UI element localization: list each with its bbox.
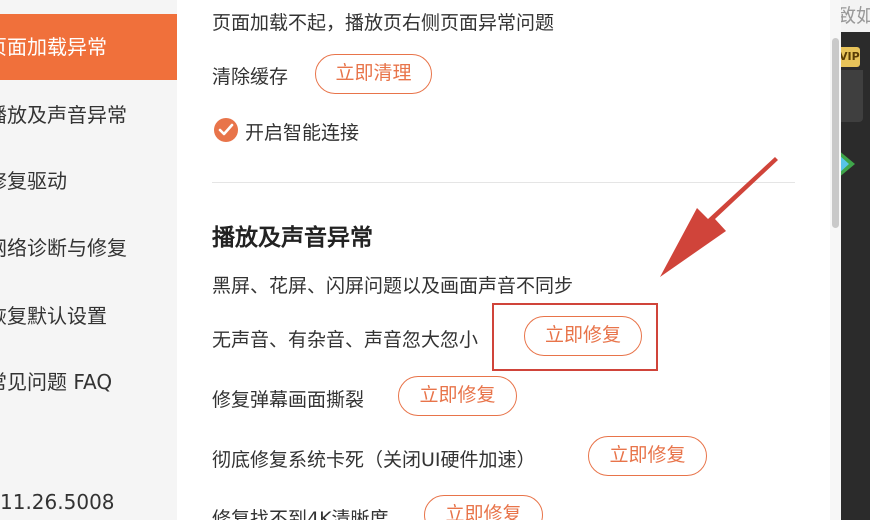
sidebar-item-label: 播放及声音异常 xyxy=(0,103,127,127)
clear-cache-button[interactable]: 立即清理 xyxy=(315,54,432,94)
main-content: 页面加载不起，播放页右侧页面异常问题 清除缓存 立即清理 开启智能连接 播放及声… xyxy=(177,0,830,520)
version-label: 11.26.5008 xyxy=(0,490,115,514)
section-title-playback: 播放及声音异常 xyxy=(212,225,373,251)
scrollbar-thumb[interactable] xyxy=(832,38,839,228)
sidebar-item-network[interactable]: 网络诊断与修复 xyxy=(0,215,177,281)
background-window-header: 致如 xyxy=(841,0,870,32)
background-window: 致如 VIP xyxy=(841,0,870,520)
clear-cache-label: 清除缓存 xyxy=(212,66,289,88)
sidebar-item-label: 修复驱动 xyxy=(0,169,67,193)
background-window-text: 致如 xyxy=(841,5,870,27)
sidebar-item-label: 恢复默认设置 xyxy=(0,304,107,328)
checkbox-checked-icon[interactable] xyxy=(214,118,238,142)
repair-4k-button[interactable]: 立即修复 xyxy=(424,495,543,520)
sidebar-item-page-load[interactable]: 页面加载异常 xyxy=(0,14,177,80)
sidebar-item-faq[interactable]: 常见问题 FAQ xyxy=(0,349,177,415)
repair-item-label: 修复弹幕画面撕裂 xyxy=(212,389,365,411)
repair-item-label: 无声音、有杂音、声音忽大忽小 xyxy=(212,329,479,351)
scrollbar[interactable] xyxy=(830,0,841,520)
repair-item-label: 彻底修复系统卡死（关闭UI硬件加速） xyxy=(212,449,536,471)
sidebar-item-label: 页面加载异常 xyxy=(0,35,107,59)
annotation-highlight-box xyxy=(492,303,658,371)
page-load-description: 页面加载不起，播放页右侧页面异常问题 xyxy=(212,12,555,34)
sidebar-item-label: 网络诊断与修复 xyxy=(0,236,127,260)
smart-connect-label[interactable]: 开启智能连接 xyxy=(245,118,359,145)
playback-description: 黑屏、花屏、闪屏问题以及画面声音不同步 xyxy=(212,275,574,297)
vip-badge: VIP xyxy=(841,47,860,67)
section-divider xyxy=(212,182,795,183)
repair-freeze-button[interactable]: 立即修复 xyxy=(588,436,707,476)
sidebar: 页面加载异常 播放及声音异常 修复驱动 网络诊断与修复 恢复默认设置 常见问题 … xyxy=(0,0,177,520)
sidebar-item-reset[interactable]: 恢复默认设置 xyxy=(0,283,177,349)
sidebar-item-playback[interactable]: 播放及声音异常 xyxy=(0,82,177,148)
app-logo-icon xyxy=(841,152,855,176)
repair-item-label: 修复找不到4K清晰度 xyxy=(212,508,389,520)
repair-danmaku-button[interactable]: 立即修复 xyxy=(398,376,517,416)
background-panel xyxy=(841,70,863,122)
sidebar-item-label: 常见问题 FAQ xyxy=(0,370,113,394)
sidebar-item-driver[interactable]: 修复驱动 xyxy=(0,148,177,214)
